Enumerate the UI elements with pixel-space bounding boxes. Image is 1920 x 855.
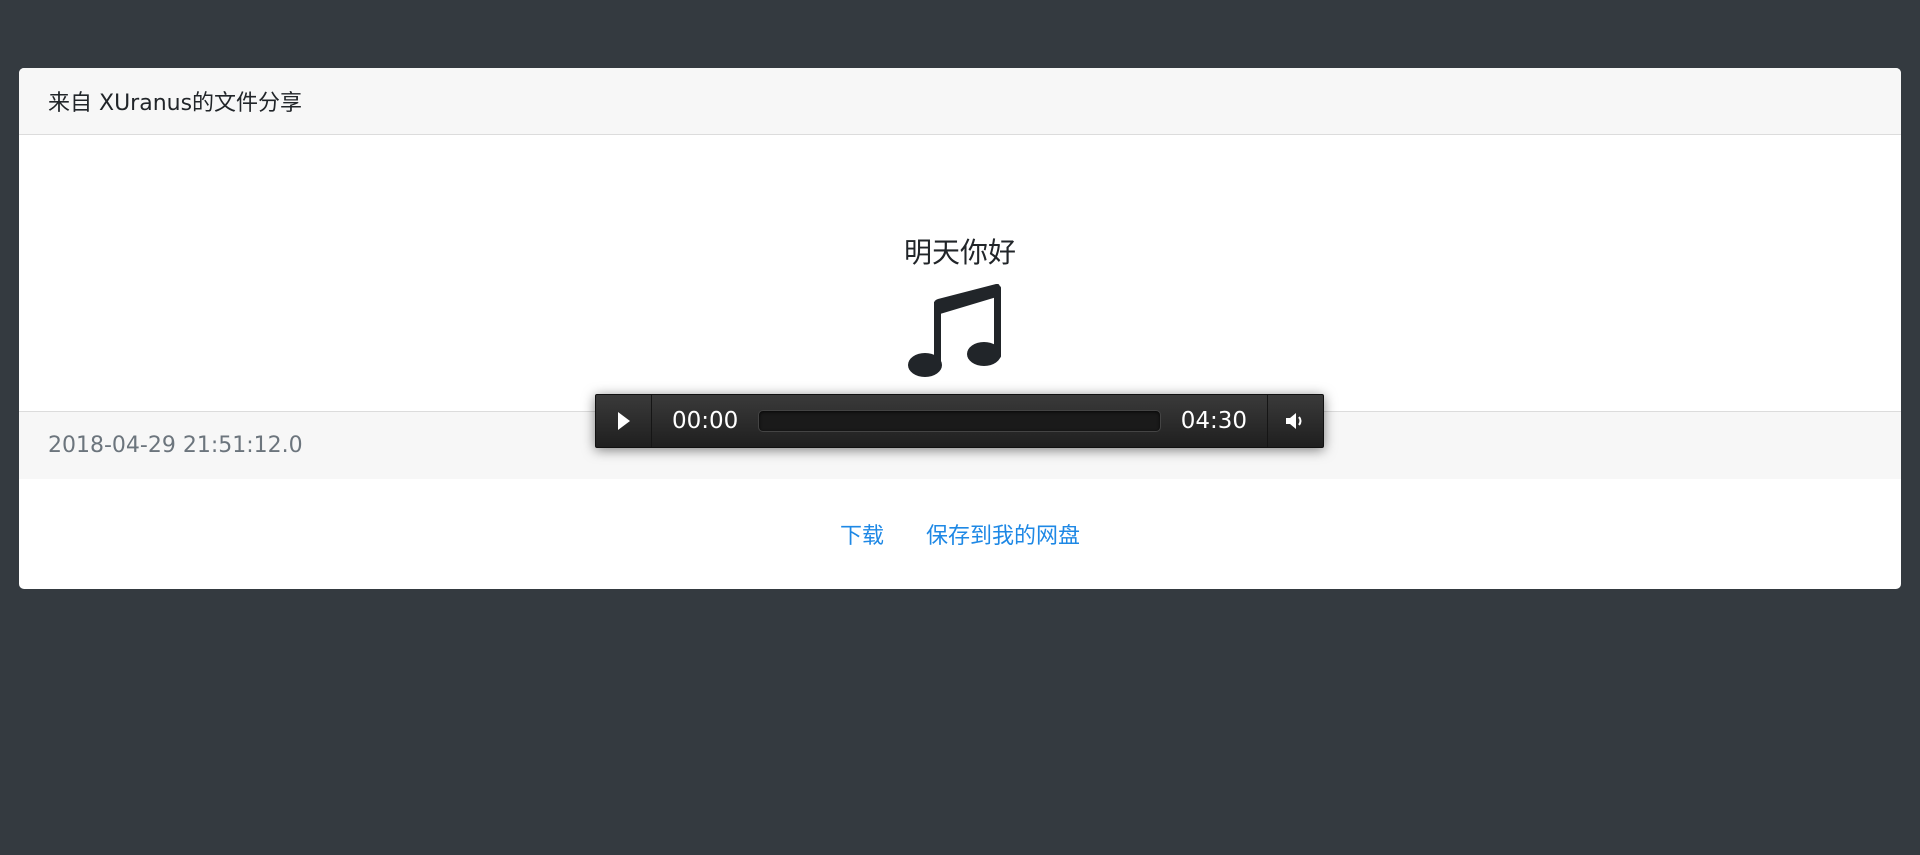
card-body: 明天你好 00:00 04:30 [19,135,1901,448]
music-note-icon [908,284,1001,377]
file-name: 明天你好 [903,236,1016,269]
share-timestamp: 2018-04-29 21:51:12.0 [48,433,303,458]
audio-player: 00:00 04:30 [595,394,1324,448]
play-button[interactable] [596,395,652,447]
share-title: 来自 XUranus的文件分享 [48,91,303,116]
volume-button[interactable] [1267,395,1323,447]
save-to-drive-link[interactable]: 保存到我的网盘 [926,518,1080,550]
current-time: 00:00 [672,408,739,434]
play-icon [617,412,630,430]
card-header: 来自 XUranus的文件分享 [19,68,1901,135]
volume-icon [1285,413,1301,429]
seek-bar[interactable] [758,410,1161,432]
duration-time: 04:30 [1180,408,1247,434]
file-share-card: 来自 XUranus的文件分享 明天你好 00:00 04:30 2018-04… [19,68,1901,589]
download-link[interactable]: 下载 [840,518,884,550]
action-links: 下载 保存到我的网盘 [19,479,1901,589]
